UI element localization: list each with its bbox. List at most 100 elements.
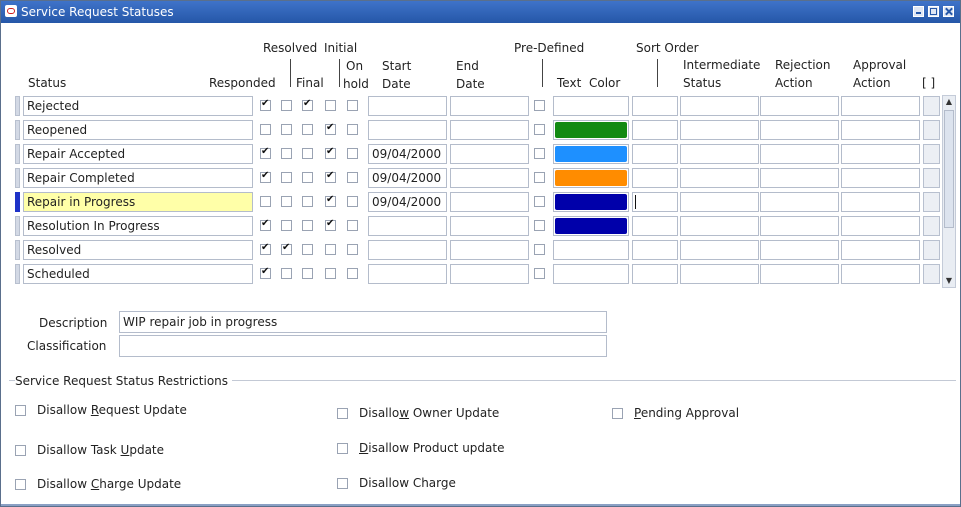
responded-checkbox[interactable] <box>260 98 271 111</box>
end-date-cell[interactable] <box>450 120 529 140</box>
scroll-up-arrow-icon[interactable]: ▲ <box>943 96 955 108</box>
on-hold-checkbox[interactable] <box>347 220 358 231</box>
status-cell[interactable]: Rejected <box>23 96 253 116</box>
end-date-cell[interactable] <box>450 192 529 212</box>
text-color-cell[interactable] <box>553 216 629 236</box>
end-date-cell[interactable] <box>450 264 529 284</box>
final-checkbox[interactable] <box>302 98 313 111</box>
restriction-label[interactable]: Pending Approval <box>634 405 739 421</box>
final-checkbox[interactable] <box>302 172 313 183</box>
row-flex-button[interactable] <box>923 240 940 260</box>
initial-checkbox[interactable] <box>325 268 336 279</box>
predefined-checkbox[interactable] <box>534 100 545 111</box>
status-cell[interactable]: Repair Completed <box>23 168 253 188</box>
rejection-action-cell[interactable] <box>760 96 839 116</box>
start-date-cell[interactable] <box>368 216 447 236</box>
start-date-cell[interactable] <box>368 240 447 260</box>
row-indicator[interactable] <box>15 144 20 164</box>
predefined-checkbox[interactable] <box>534 124 545 135</box>
initial-checkbox[interactable] <box>325 100 336 111</box>
maximize-icon[interactable] <box>928 6 939 17</box>
intermediate-status-cell[interactable] <box>680 168 759 188</box>
restriction-label[interactable]: Disallow Owner Update <box>359 405 499 421</box>
restriction-checkbox[interactable] <box>15 405 26 416</box>
status-cell[interactable]: Repair Accepted <box>23 144 253 164</box>
initial-checkbox[interactable] <box>325 122 336 135</box>
rejection-action-cell[interactable] <box>760 240 839 260</box>
sort-order-cell[interactable] <box>632 144 678 164</box>
close-icon[interactable] <box>943 6 954 17</box>
sort-order-cell[interactable] <box>632 264 678 284</box>
rejection-action-cell[interactable] <box>760 216 839 236</box>
initial-checkbox[interactable] <box>325 194 336 207</box>
status-cell[interactable]: Reopened <box>23 120 253 140</box>
resolved-checkbox[interactable] <box>281 242 292 255</box>
status-cell[interactable]: Resolution In Progress <box>23 216 253 236</box>
approval-action-cell[interactable] <box>841 96 920 116</box>
row-indicator[interactable] <box>15 96 20 116</box>
sort-order-cell[interactable] <box>632 216 678 236</box>
responded-checkbox[interactable] <box>260 266 271 279</box>
end-date-cell[interactable] <box>450 144 529 164</box>
status-cell[interactable]: Scheduled <box>23 264 253 284</box>
restriction-checkbox[interactable] <box>612 408 623 419</box>
text-color-cell[interactable] <box>553 240 629 260</box>
rejection-action-cell[interactable] <box>760 168 839 188</box>
end-date-cell[interactable] <box>450 168 529 188</box>
row-flex-button[interactable] <box>923 96 940 116</box>
final-checkbox[interactable] <box>302 244 313 255</box>
responded-checkbox[interactable] <box>260 218 271 231</box>
resolved-checkbox[interactable] <box>281 124 292 135</box>
start-date-cell[interactable]: 09/04/2000 <box>368 144 447 164</box>
start-date-cell[interactable] <box>368 120 447 140</box>
row-indicator[interactable] <box>15 192 20 212</box>
rejection-action-cell[interactable] <box>760 264 839 284</box>
predefined-checkbox[interactable] <box>534 196 545 207</box>
final-checkbox[interactable] <box>302 220 313 231</box>
start-date-cell[interactable] <box>368 96 447 116</box>
responded-checkbox[interactable] <box>260 196 271 207</box>
scrollbar-thumb[interactable] <box>944 110 954 228</box>
restriction-label[interactable]: Disallow Request Update <box>37 402 187 418</box>
approval-action-cell[interactable] <box>841 168 920 188</box>
resolved-checkbox[interactable] <box>281 172 292 183</box>
intermediate-status-cell[interactable] <box>680 120 759 140</box>
restriction-checkbox[interactable] <box>337 478 348 489</box>
predefined-checkbox[interactable] <box>534 268 545 279</box>
end-date-cell[interactable] <box>450 96 529 116</box>
row-indicator[interactable] <box>15 168 20 188</box>
row-flex-button[interactable] <box>923 168 940 188</box>
on-hold-checkbox[interactable] <box>347 244 358 255</box>
intermediate-status-cell[interactable] <box>680 264 759 284</box>
final-checkbox[interactable] <box>302 124 313 135</box>
on-hold-checkbox[interactable] <box>347 196 358 207</box>
predefined-checkbox[interactable] <box>534 244 545 255</box>
final-checkbox[interactable] <box>302 196 313 207</box>
approval-action-cell[interactable] <box>841 144 920 164</box>
row-indicator[interactable] <box>15 264 20 284</box>
text-color-cell[interactable] <box>553 144 629 164</box>
scroll-down-arrow-icon[interactable]: ▼ <box>943 275 955 287</box>
responded-checkbox[interactable] <box>260 146 271 159</box>
restriction-label[interactable]: Disallow Product update <box>359 440 505 456</box>
initial-checkbox[interactable] <box>325 170 336 183</box>
start-date-cell[interactable] <box>368 264 447 284</box>
responded-checkbox[interactable] <box>260 242 271 255</box>
resolved-checkbox[interactable] <box>281 268 292 279</box>
intermediate-status-cell[interactable] <box>680 192 759 212</box>
end-date-cell[interactable] <box>450 240 529 260</box>
restriction-checkbox[interactable] <box>15 445 26 456</box>
on-hold-checkbox[interactable] <box>347 172 358 183</box>
sort-order-cell[interactable] <box>632 192 678 212</box>
final-checkbox[interactable] <box>302 268 313 279</box>
row-flex-button[interactable] <box>923 216 940 236</box>
end-date-cell[interactable] <box>450 216 529 236</box>
rejection-action-cell[interactable] <box>760 144 839 164</box>
predefined-checkbox[interactable] <box>534 172 545 183</box>
approval-action-cell[interactable] <box>841 240 920 260</box>
approval-action-cell[interactable] <box>841 216 920 236</box>
predefined-checkbox[interactable] <box>534 148 545 159</box>
intermediate-status-cell[interactable] <box>680 240 759 260</box>
text-color-cell[interactable] <box>553 168 629 188</box>
on-hold-checkbox[interactable] <box>347 148 358 159</box>
